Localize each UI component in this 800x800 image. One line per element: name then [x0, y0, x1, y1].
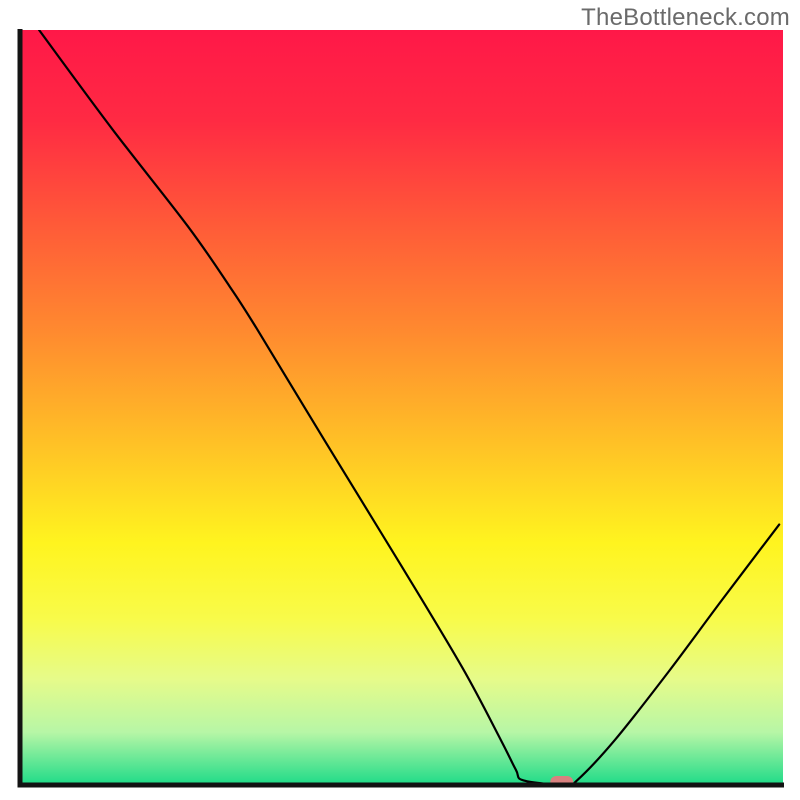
chart-container: TheBottleneck.com — [0, 0, 800, 800]
bottleneck-chart — [0, 0, 800, 800]
watermark-text: TheBottleneck.com — [581, 4, 790, 32]
